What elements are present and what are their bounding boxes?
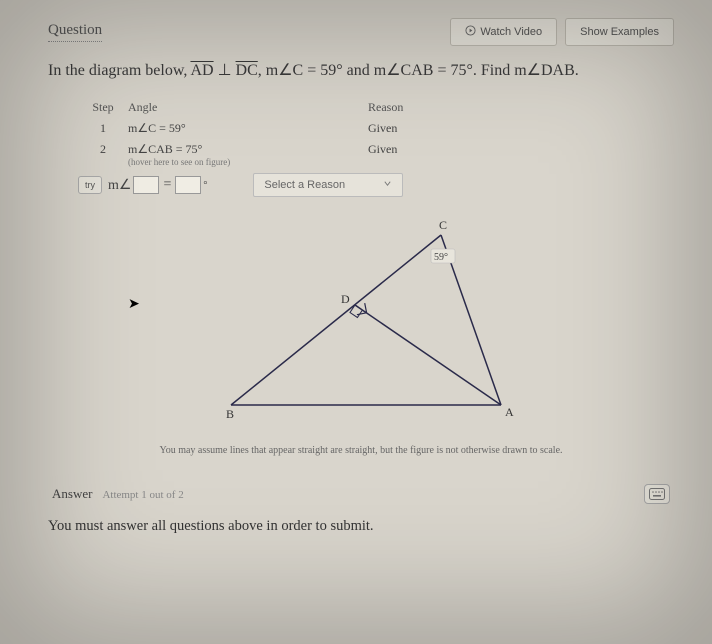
attempt-count: Attempt 1 out of 2 — [102, 489, 183, 501]
col-angle: Angle — [128, 100, 368, 115]
step-num: 2 — [78, 142, 128, 157]
keyboard-button[interactable] — [644, 484, 670, 504]
watch-video-label: Watch Video — [480, 26, 542, 38]
try-row: try m∠ = ° Select a Reason — [78, 173, 674, 197]
show-examples-button[interactable]: Show Examples — [565, 18, 674, 46]
table-row: 2 m∠CAB = 75° (hover here to see on figu… — [78, 142, 674, 167]
angle-entry: m∠ = ° — [108, 176, 207, 194]
segment-ad: AD — [190, 62, 213, 79]
step-reason: Given — [368, 121, 568, 136]
try-button[interactable]: try — [78, 176, 102, 194]
submit-message: You must answer all questions above in o… — [48, 518, 674, 535]
angle-name-input[interactable] — [133, 176, 159, 194]
step-hint: (hover here to see on figure) — [128, 157, 368, 167]
reason-select[interactable]: Select a Reason — [253, 173, 403, 197]
perp-symbol: ⊥ — [214, 62, 236, 79]
answer-row: Answer Attempt 1 out of 2 — [48, 484, 674, 504]
answer-heading: Answer Attempt 1 out of 2 — [52, 485, 184, 503]
angle-c-label: 59° — [434, 252, 448, 263]
problem-prefix: In the diagram below, — [48, 62, 190, 79]
step-angle: m∠CAB = 75° (hover here to see on figure… — [128, 142, 368, 167]
label-c: C — [439, 218, 447, 232]
angle-value-input[interactable] — [175, 176, 201, 194]
label-a: A — [505, 405, 514, 419]
reason-placeholder: Select a Reason — [264, 179, 345, 191]
step-angle-text: m∠CAB = 75° — [128, 142, 368, 157]
step-num: 1 — [78, 121, 128, 136]
step-reason: Given — [368, 142, 568, 157]
answer-label: Answer — [52, 486, 92, 501]
label-b: B — [226, 407, 234, 421]
segment-dc: DC — [236, 62, 258, 79]
problem-rest: , m∠C = 59° and m∠CAB = 75°. Find m∠DAB. — [258, 62, 579, 79]
play-icon — [465, 25, 476, 39]
table-row: 1 m∠C = 59° Given — [78, 121, 674, 136]
triangle-diagram: B A C D 59° — [171, 215, 551, 435]
steps-table: Step Angle Reason 1 m∠C = 59° Given 2 m∠… — [78, 100, 674, 167]
header-buttons: Watch Video Show Examples — [450, 18, 674, 46]
degree-sign: ° — [203, 180, 207, 191]
figure-note: You may assume lines that appear straigh… — [48, 445, 674, 456]
header-bar: Question Watch Video Show Examples — [48, 18, 674, 46]
table-header: Step Angle Reason — [78, 100, 674, 115]
watch-video-button[interactable]: Watch Video — [450, 18, 557, 46]
equals-sign: = — [163, 177, 171, 193]
page-title: Question — [48, 22, 102, 42]
label-d: D — [341, 292, 350, 306]
figure: B A C D 59° — [48, 215, 674, 435]
keyboard-icon — [649, 488, 665, 500]
chevron-down-icon — [383, 179, 392, 191]
show-examples-label: Show Examples — [580, 26, 659, 38]
col-reason: Reason — [368, 100, 568, 115]
problem-statement: In the diagram below, AD ⊥ DC, m∠C = 59°… — [48, 60, 674, 82]
m-angle-prefix: m∠ — [108, 177, 131, 194]
col-step: Step — [78, 100, 128, 115]
step-angle: m∠C = 59° — [128, 121, 368, 136]
